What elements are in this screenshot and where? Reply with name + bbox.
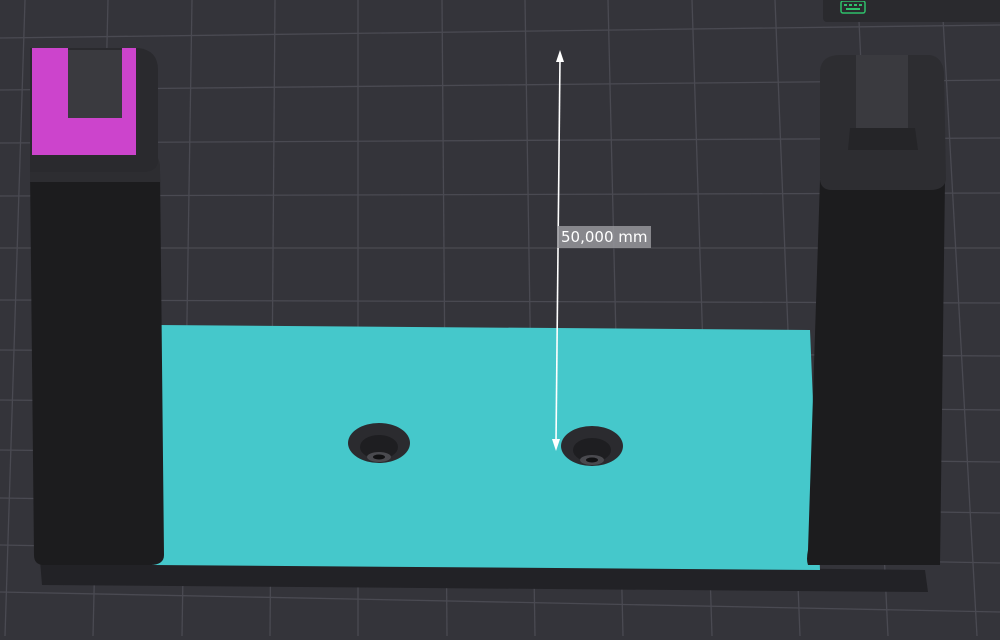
countersunk-hole-left[interactable]	[348, 423, 410, 463]
base-plate[interactable]	[152, 325, 820, 570]
keyboard-icon[interactable]	[840, 0, 866, 14]
measurement-label: 50,000 mm	[557, 226, 652, 248]
right-post[interactable]	[807, 55, 946, 565]
scene-canvas[interactable]	[0, 0, 1000, 637]
countersunk-hole-right[interactable]	[561, 426, 623, 466]
left-post[interactable]	[30, 48, 164, 565]
3d-viewport[interactable]: 50,000 mm	[0, 0, 1000, 637]
corner-toolbar[interactable]	[823, 0, 1000, 22]
